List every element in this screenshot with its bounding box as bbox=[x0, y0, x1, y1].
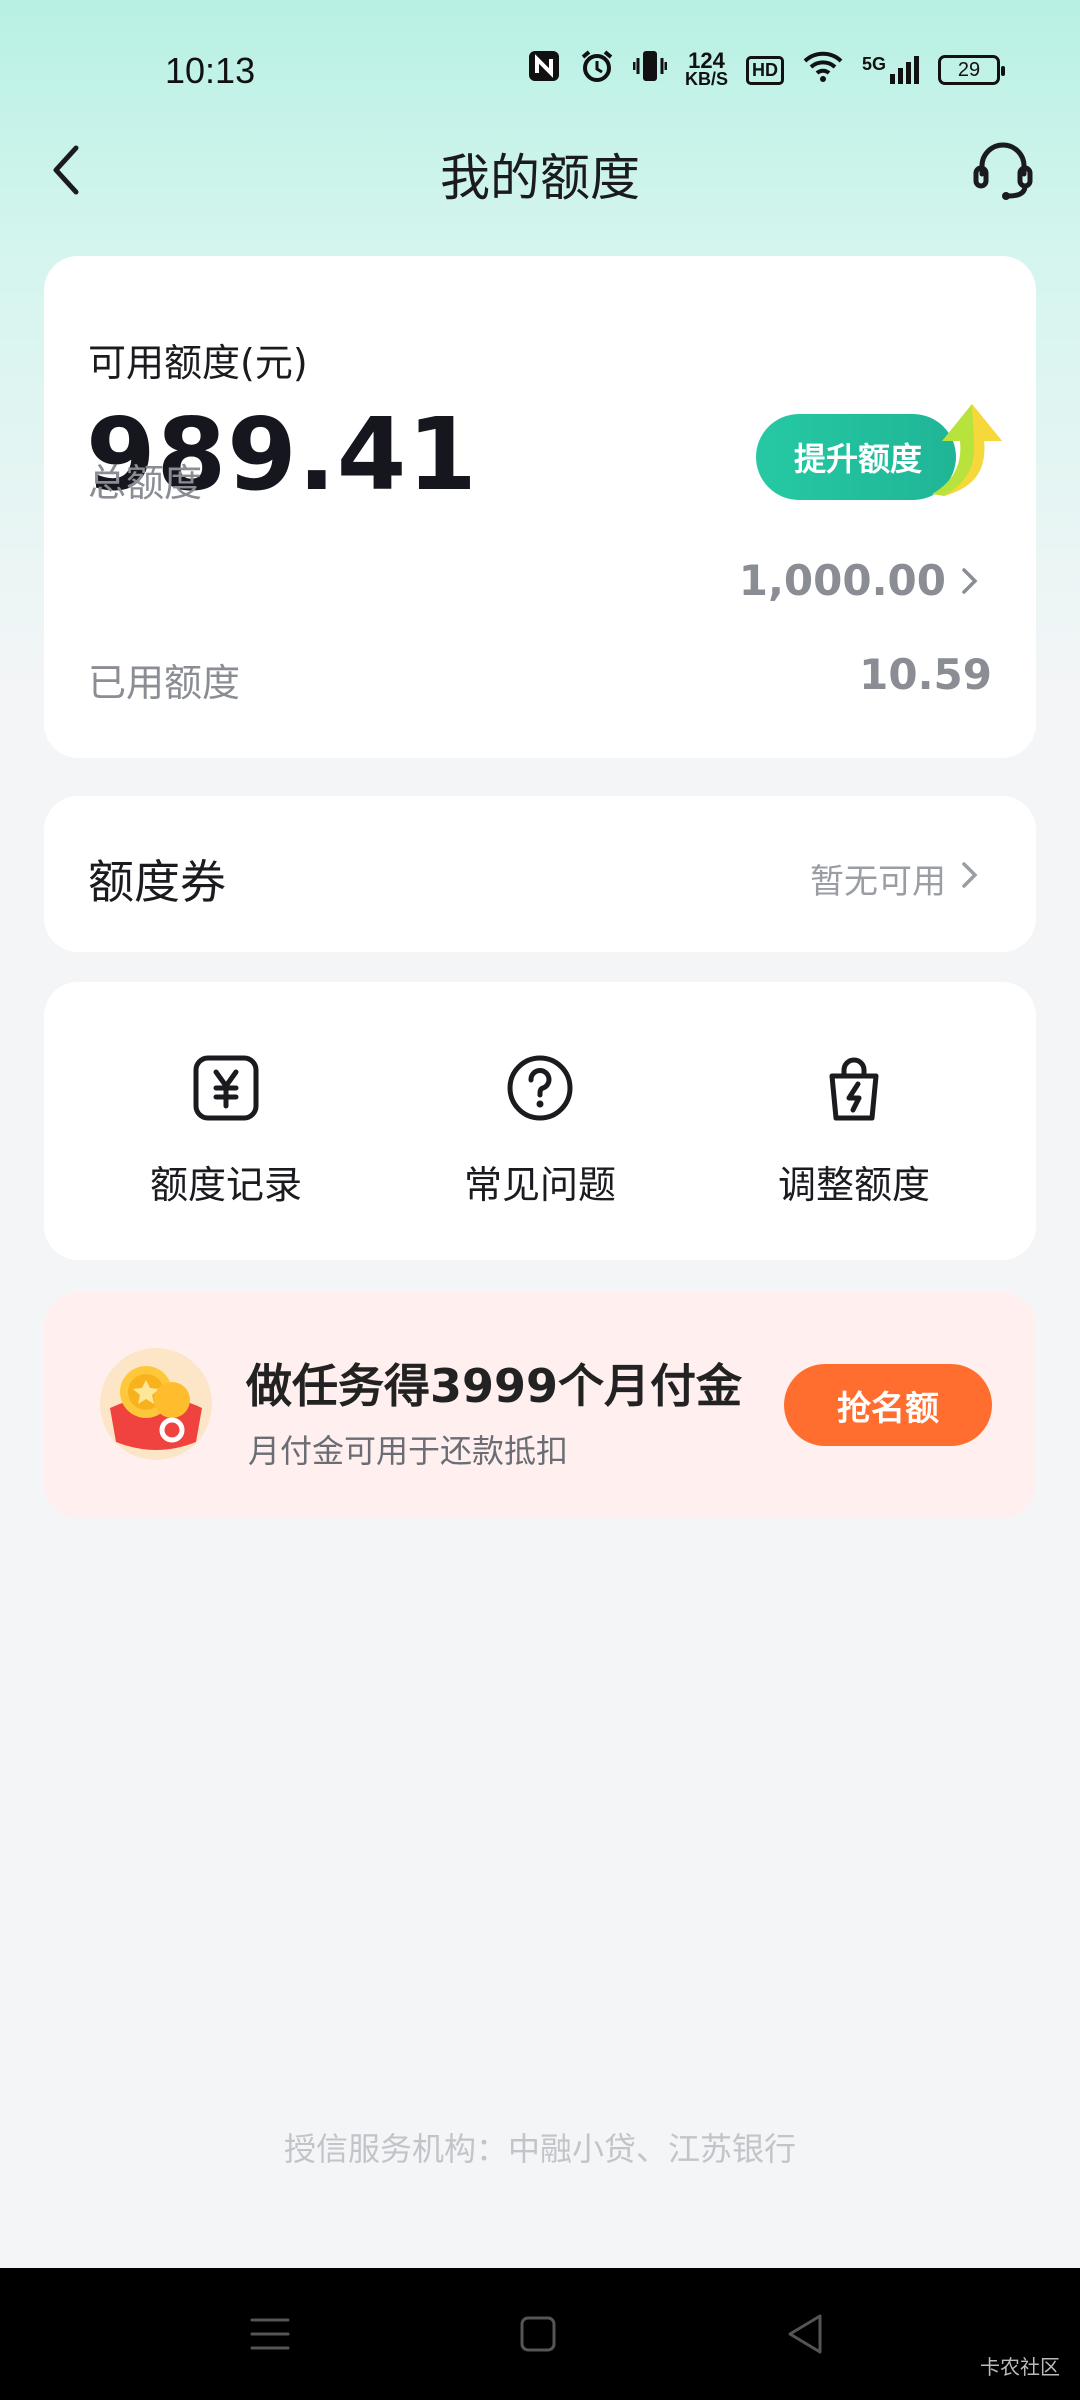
used-quota-label: 已用额度 bbox=[88, 661, 241, 705]
status-time: 10:13 bbox=[165, 50, 256, 91]
coupon-title: 额度券 bbox=[88, 855, 226, 909]
vibrate-icon bbox=[632, 48, 668, 92]
status-bar: 10:13 124 KB/S HD 5G 29 bbox=[0, 0, 1080, 130]
coupon-status: 暂无可用 bbox=[810, 862, 946, 902]
available-quota-label: 可用额度(元) bbox=[88, 341, 308, 385]
back-nav-icon[interactable] bbox=[780, 2308, 832, 2360]
customer-service-button[interactable] bbox=[970, 136, 1036, 202]
watermark: 卡农社区 bbox=[980, 2355, 1060, 2379]
action-label: 常见问题 bbox=[463, 1163, 616, 1207]
question-icon bbox=[507, 1055, 573, 1121]
signal-icon: 5G bbox=[862, 54, 920, 86]
total-quota-chevron-icon[interactable] bbox=[958, 564, 982, 598]
action-label: 调整额度 bbox=[777, 1163, 930, 1207]
network-type: 5G bbox=[861, 54, 886, 74]
promo-subtitle: 月付金可用于还款抵扣 bbox=[248, 1432, 569, 1470]
coupon-card[interactable]: 额度券 暂无可用 bbox=[44, 796, 1036, 952]
actions-card: 额度记录 常见问题 调整额度 bbox=[44, 982, 1036, 1260]
action-adjust-quota[interactable]: 调整额度 bbox=[724, 1052, 984, 1212]
total-quota-value[interactable]: 1,000.00 bbox=[739, 556, 946, 605]
home-nav-icon[interactable] bbox=[512, 2308, 564, 2360]
quota-card: 可用额度(元) 989.41 提升额度 总额度 1,000.00 已用额度 10… bbox=[44, 256, 1036, 758]
headset-icon bbox=[973, 142, 1033, 200]
yen-record-icon bbox=[193, 1055, 259, 1121]
hd-badge: HD bbox=[745, 55, 784, 85]
gold-coin-icon bbox=[100, 1348, 212, 1460]
action-label: 额度记录 bbox=[149, 1163, 302, 1207]
promo-banner[interactable]: 做任务得3999个月付金 月付金可用于还款抵扣 抢名额 bbox=[44, 1292, 1036, 1518]
alarm-icon bbox=[579, 48, 615, 92]
page-title: 我的额度 bbox=[440, 149, 640, 207]
used-quota-value: 10.59 bbox=[859, 650, 992, 699]
bag-bolt-icon bbox=[829, 1057, 879, 1121]
nfc-icon bbox=[527, 49, 561, 91]
battery-indicator: 29 bbox=[938, 55, 1005, 85]
network-speed: 124 KB/S bbox=[684, 48, 728, 89]
coupon-chevron-icon bbox=[962, 862, 978, 888]
action-quota-record[interactable]: 额度记录 bbox=[96, 1052, 356, 1212]
header: 我的额度 bbox=[0, 120, 1080, 220]
credit-institution-footer: 授信服务机构：中融小贷、江苏银行 bbox=[283, 2130, 796, 2168]
action-faq[interactable]: 常见问题 bbox=[410, 1052, 670, 1212]
up-arrow-icon bbox=[932, 404, 1002, 496]
speed-unit: KB/S bbox=[684, 69, 728, 89]
system-nav-bar: 卡农社区 bbox=[0, 2268, 1080, 2400]
menu-nav-icon[interactable] bbox=[244, 2308, 296, 2360]
promo-title: 做任务得3999个月付金 bbox=[246, 1359, 743, 1413]
wifi-icon bbox=[802, 49, 844, 91]
grab-spot-button[interactable]: 抢名额 bbox=[784, 1364, 992, 1446]
total-quota-label: 总额度 bbox=[88, 461, 203, 505]
raise-quota-label: 提升额度 bbox=[794, 440, 923, 478]
status-icons: 124 KB/S HD 5G 29 bbox=[527, 48, 1005, 92]
speed-value: 124 bbox=[688, 48, 725, 73]
